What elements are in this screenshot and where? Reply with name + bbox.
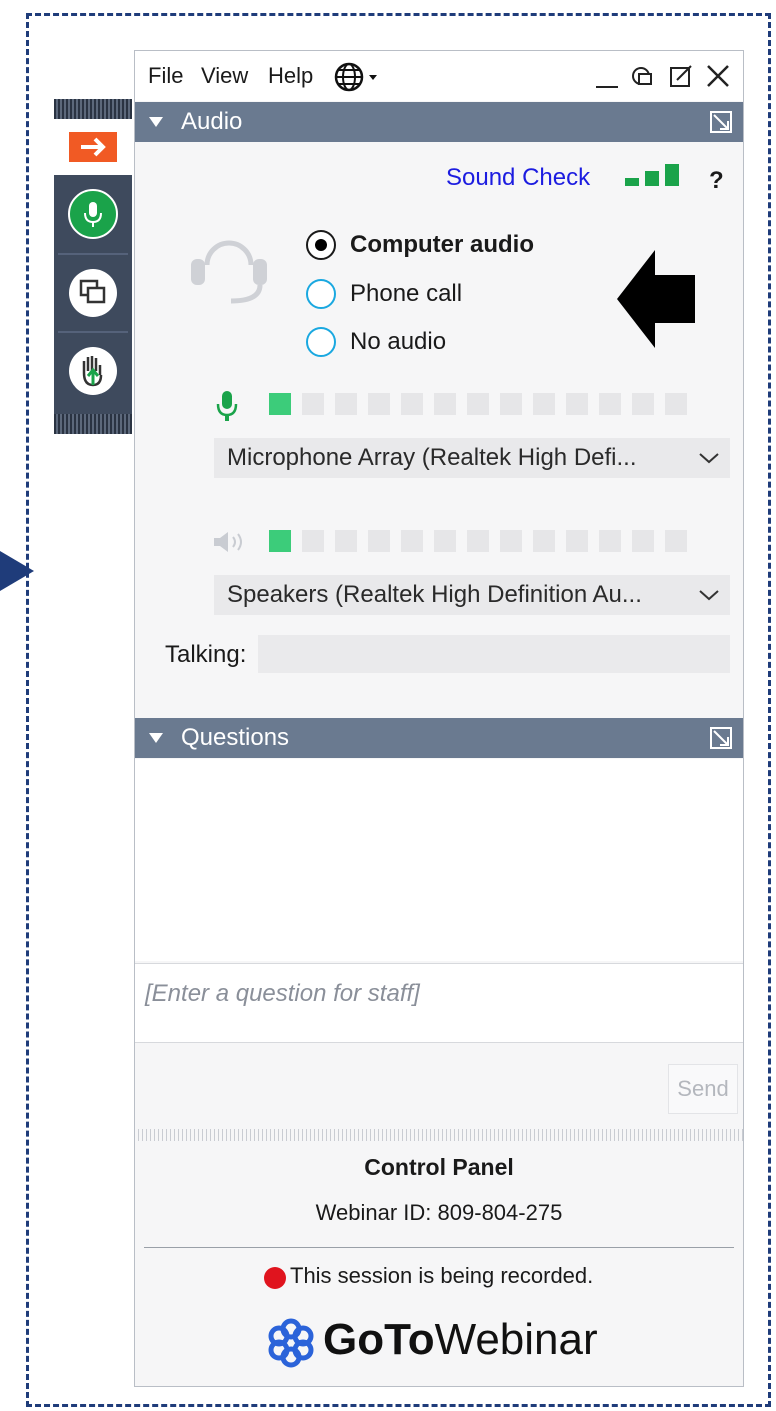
restore-icon[interactable] — [629, 61, 657, 91]
collapse-triangle-icon — [149, 117, 163, 127]
screen-toolbar-button[interactable] — [54, 255, 132, 331]
microphone-select[interactable]: Microphone Array (Realtek High Defi... — [214, 438, 730, 478]
radio-phone-call[interactable] — [306, 279, 336, 309]
recording-notice: This session is being recorded. — [290, 1263, 594, 1288]
pointer-arrow-left — [617, 250, 695, 348]
logo-regular: Webinar — [434, 1315, 598, 1364]
meter-segment — [632, 393, 654, 415]
meter-segment — [302, 393, 324, 415]
meter-segment — [401, 530, 423, 552]
help-icon[interactable]: ? — [709, 167, 724, 195]
meter-segment — [467, 393, 489, 415]
questions-section-header[interactable]: Questions — [135, 718, 743, 758]
meter-segment — [665, 530, 687, 552]
toolbar-grip-bottom[interactable] — [54, 414, 132, 434]
control-panel-title: Control Panel — [364, 1154, 514, 1180]
side-toolbar — [54, 99, 132, 434]
toggle-panel-button[interactable] — [54, 119, 132, 175]
talking-field — [258, 635, 730, 673]
radio-computer-audio[interactable] — [306, 230, 336, 260]
screens-icon — [69, 269, 117, 317]
raise-hand-icon — [69, 347, 117, 395]
questions-log — [135, 759, 743, 961]
menu-help[interactable]: Help — [268, 63, 313, 89]
meter-segment — [599, 530, 621, 552]
meter-segment — [665, 393, 687, 415]
microphone-green-icon — [216, 391, 238, 421]
raise-hand-button[interactable] — [54, 333, 132, 409]
speaker-level-meter — [269, 530, 687, 552]
question-input[interactable]: [Enter a question for staff] — [135, 963, 743, 1043]
meter-segment — [467, 530, 489, 552]
logo-bold: GoTo — [323, 1315, 435, 1364]
headset-icon — [191, 240, 267, 304]
detach-section-icon[interactable] — [709, 110, 733, 134]
question-placeholder: [Enter a question for staff] — [145, 980, 420, 1007]
meter-segment — [500, 393, 522, 415]
menu-bar: File View Help — [135, 51, 743, 101]
audio-section-header[interactable]: Audio — [135, 102, 743, 142]
pointer-arrow-right — [0, 551, 34, 591]
webinar-id: Webinar ID: 809-804-275 — [315, 1200, 563, 1225]
chevron-down-icon — [699, 590, 719, 601]
microphone-level-meter — [269, 393, 687, 415]
audio-section-title: Audio — [181, 108, 243, 135]
meter-segment — [335, 530, 357, 552]
send-button[interactable]: Send — [668, 1064, 738, 1114]
meter-segment — [302, 530, 324, 552]
meter-segment — [500, 530, 522, 552]
meter-segment — [368, 530, 390, 552]
microphone-select-value: Microphone Array (Realtek High Defi... — [227, 444, 637, 471]
meter-segment — [269, 393, 291, 415]
speaker-select[interactable]: Speakers (Realtek High Definition Au... — [214, 575, 730, 615]
label-phone-call[interactable]: Phone call — [350, 280, 462, 308]
meter-segment — [632, 530, 654, 552]
popout-icon[interactable] — [667, 61, 695, 91]
recording-dot-icon — [264, 1267, 286, 1289]
radio-no-audio[interactable] — [306, 327, 336, 357]
meter-segment — [533, 393, 555, 415]
label-computer-audio[interactable]: Computer audio — [350, 231, 534, 259]
resize-splitter[interactable] — [135, 1129, 743, 1141]
meter-segment — [368, 393, 390, 415]
meter-segment — [566, 530, 588, 552]
meter-segment — [599, 393, 621, 415]
toolbar-grip-top[interactable] — [54, 99, 132, 119]
meter-segment — [434, 393, 456, 415]
microphone-icon — [68, 189, 118, 239]
gotowebinar-logo-icon — [268, 1318, 314, 1368]
meter-segment — [566, 393, 588, 415]
logo-text: GoToWebinar — [323, 1315, 598, 1365]
minimize-icon[interactable] — [593, 61, 621, 91]
mic-toolbar-button[interactable] — [54, 175, 132, 253]
footer-divider — [144, 1247, 734, 1248]
menu-view[interactable]: View — [201, 63, 248, 89]
detach-section-icon[interactable] — [709, 726, 733, 750]
speaker-select-value: Speakers (Realtek High Definition Au... — [227, 581, 642, 608]
meter-segment — [533, 530, 555, 552]
meter-segment — [401, 393, 423, 415]
label-no-audio[interactable]: No audio — [350, 328, 446, 356]
chevron-down-icon — [699, 453, 719, 464]
questions-section-title: Questions — [181, 724, 290, 751]
signal-strength-icon — [625, 164, 679, 186]
sound-check-link[interactable]: Sound Check — [446, 164, 590, 192]
speaker-icon — [214, 532, 242, 552]
meter-segment — [269, 530, 291, 552]
talking-label: Talking: — [165, 641, 247, 668]
orange-arrow-icon — [69, 132, 117, 162]
globe-language-icon[interactable] — [333, 61, 387, 93]
close-icon[interactable] — [703, 61, 733, 91]
meter-segment — [434, 530, 456, 552]
meter-segment — [335, 393, 357, 415]
collapse-triangle-icon — [149, 733, 163, 743]
menu-file[interactable]: File — [148, 63, 183, 89]
